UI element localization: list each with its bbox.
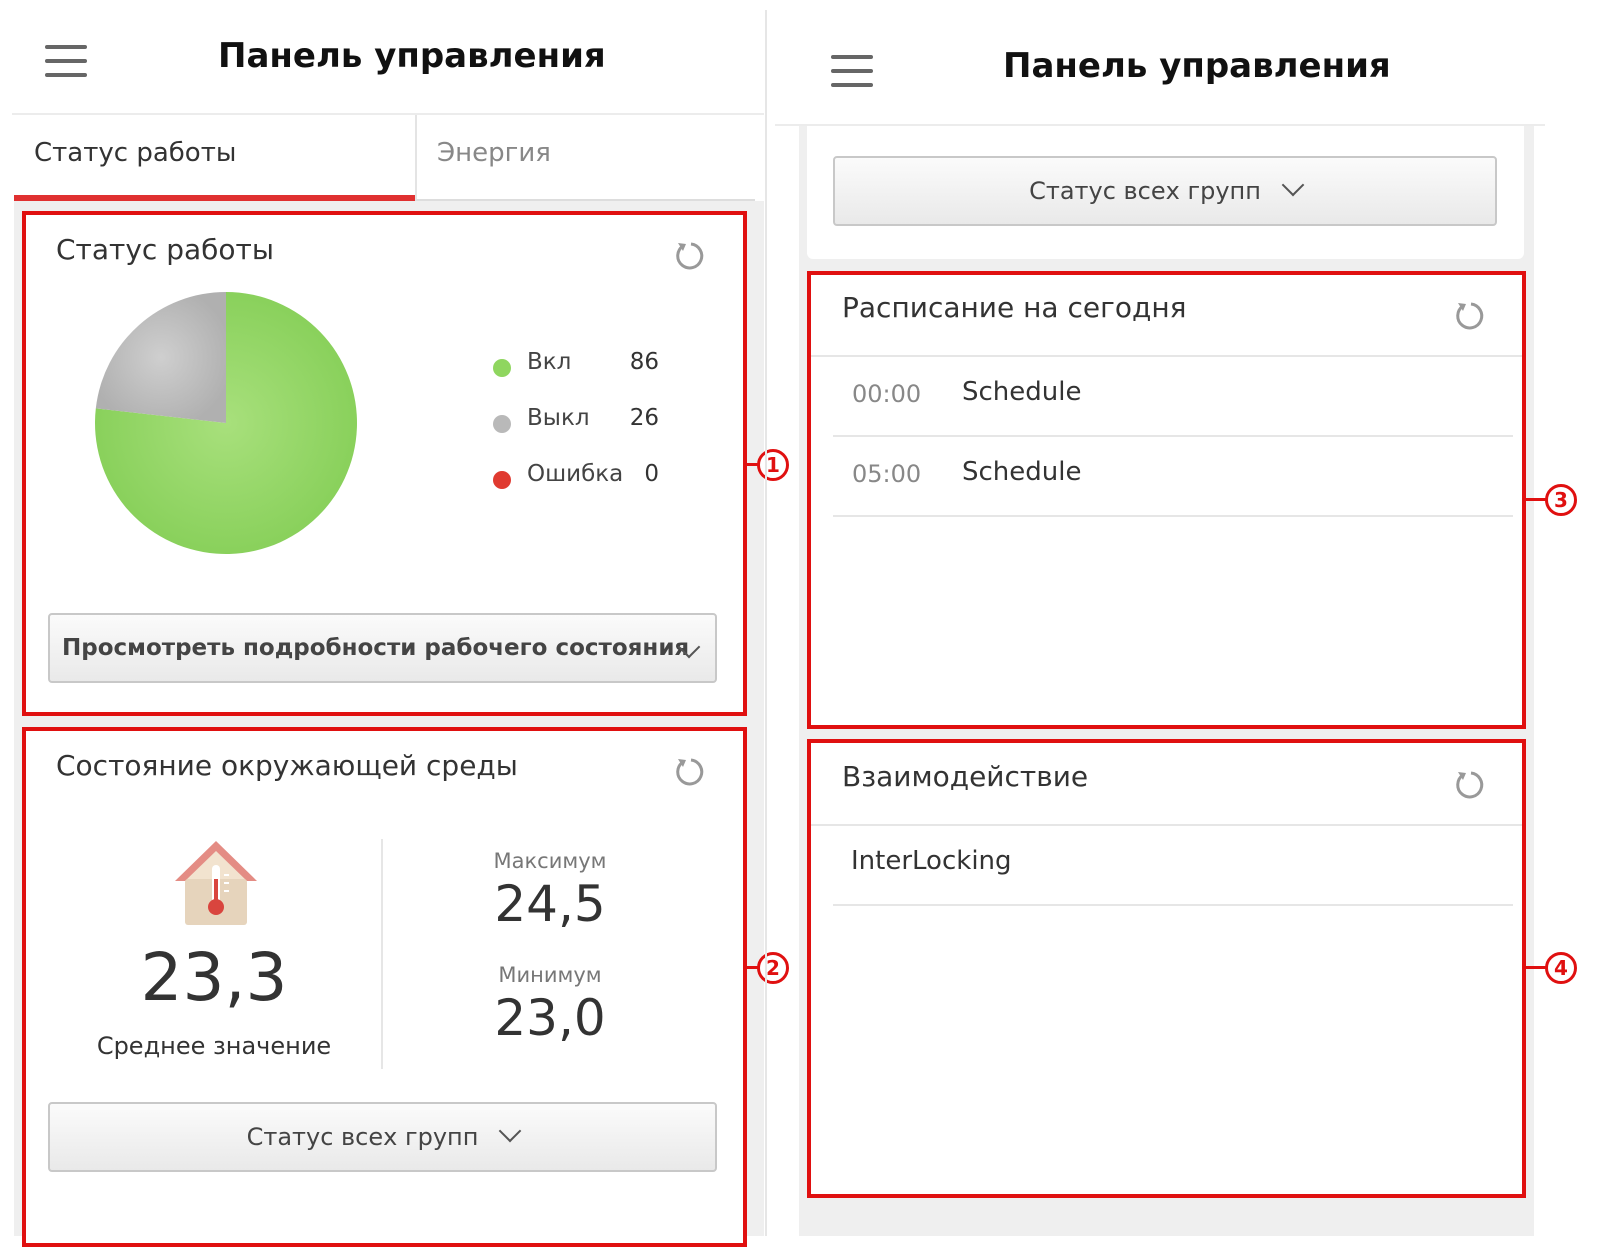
screen-separator [765, 10, 767, 1236]
all-groups-status-button[interactable]: Статус всех групп [833, 156, 1497, 226]
callout-box-2 [22, 727, 747, 1247]
menu-icon[interactable] [45, 45, 87, 77]
callout-connector-3 [1526, 498, 1546, 501]
menu-icon[interactable] [831, 55, 873, 87]
button-label: Статус всех групп [1029, 177, 1261, 205]
callout-number-3: 3 [1545, 484, 1577, 516]
tab-work-status[interactable]: Статус работы [14, 115, 415, 201]
page-title: Панель управления [218, 36, 606, 76]
callout-box-1 [22, 211, 747, 716]
chevron-down-icon [1281, 173, 1305, 197]
groups-card: Статус всех групп [807, 126, 1524, 259]
page-title: Панель управления [1003, 46, 1391, 86]
callout-connector-4 [1526, 966, 1546, 969]
tab-label: Статус работы [34, 138, 237, 168]
callout-box-4 [807, 739, 1526, 1198]
right-screen: Панель управления Статус всех групп Расп… [765, 0, 1611, 1236]
callout-number-4: 4 [1545, 952, 1577, 984]
left-screen: Панель управления Статус работы Энергия … [0, 0, 789, 1247]
tab-label: Энергия [437, 138, 551, 168]
callout-box-3 [807, 271, 1526, 729]
tab-energy[interactable]: Энергия [415, 115, 755, 201]
